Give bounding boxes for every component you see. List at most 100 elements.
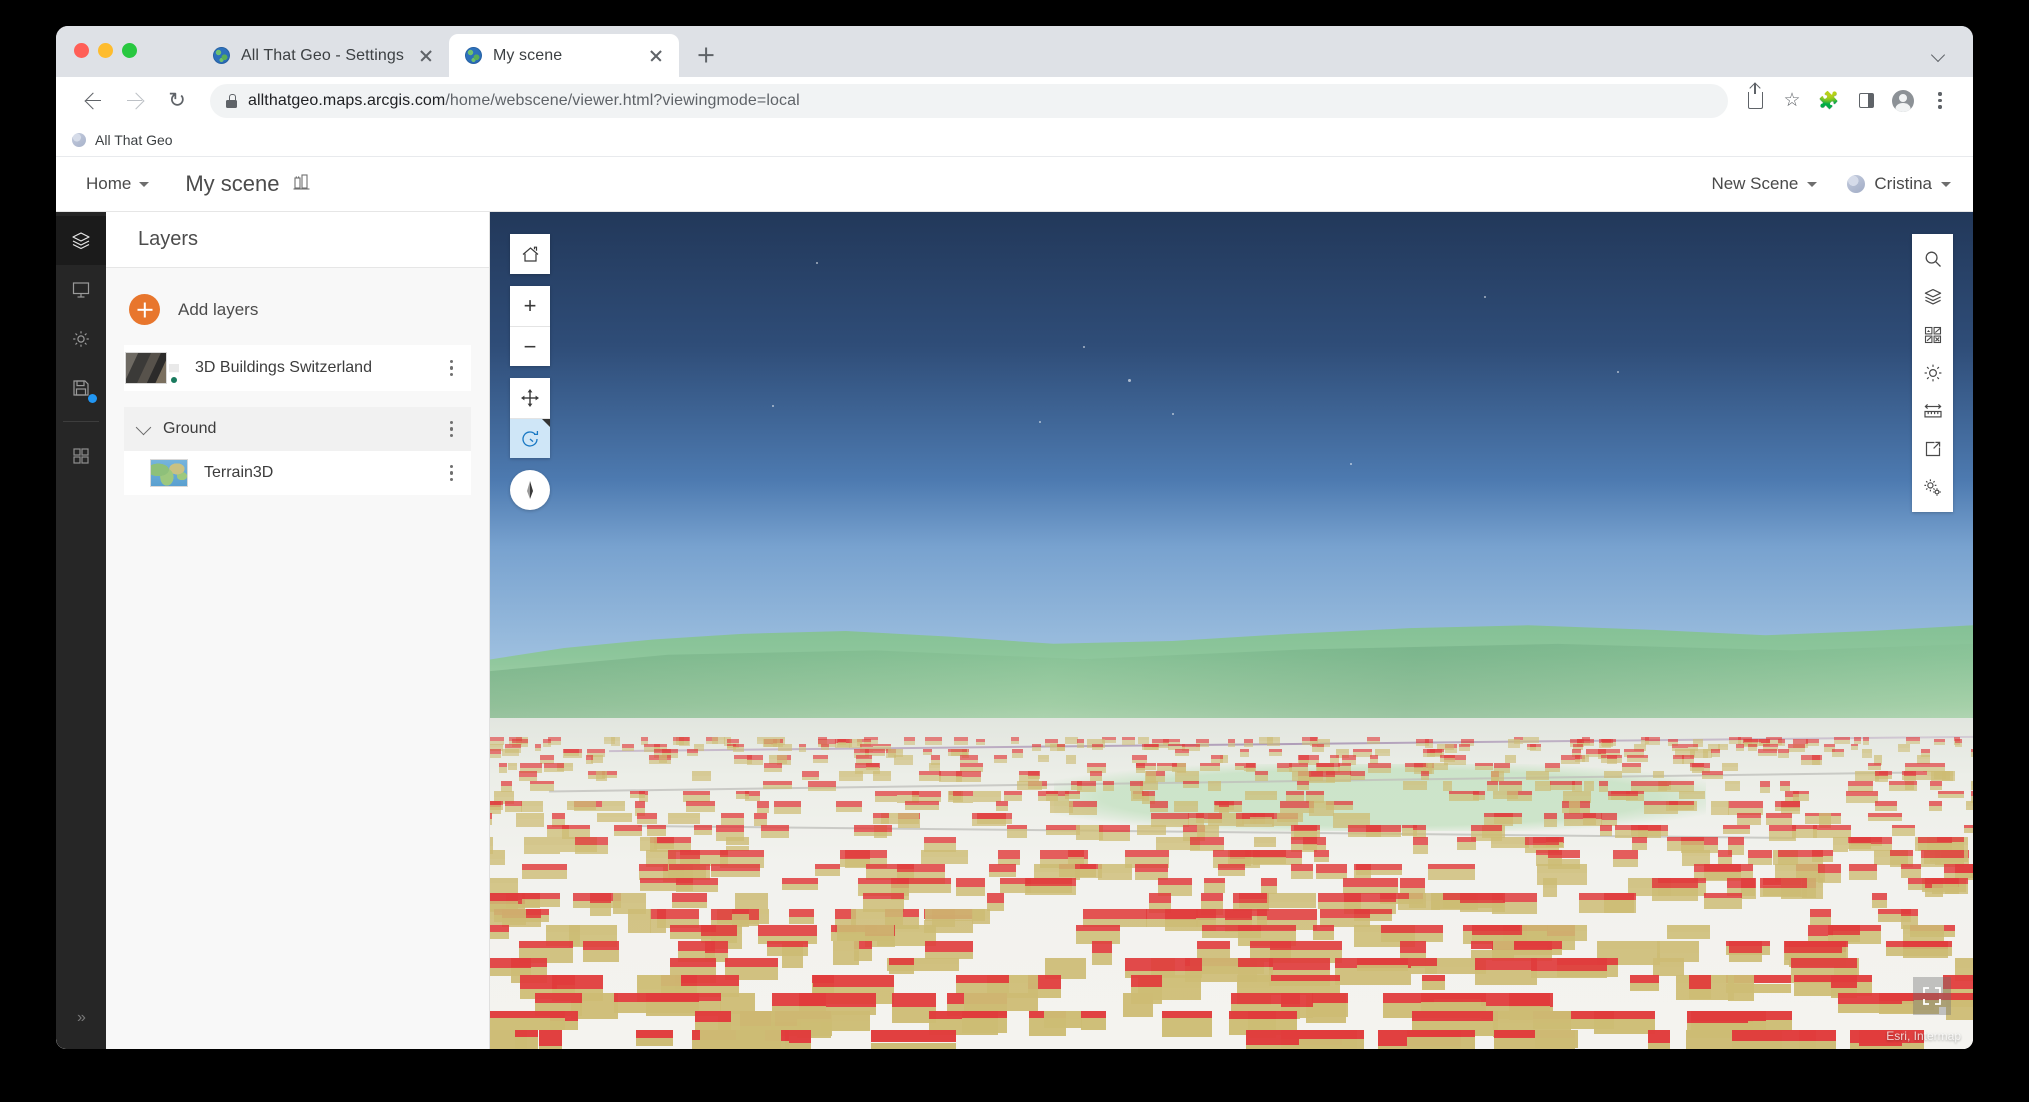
zoom-in-button[interactable]: +	[510, 286, 550, 326]
list-item[interactable]: Terrain3D	[124, 451, 471, 495]
building	[614, 992, 700, 1013]
tab-search-chevron-down-icon[interactable]	[1929, 43, 1951, 65]
compass-button[interactable]	[510, 470, 550, 510]
sidebar-item-slides[interactable]	[56, 265, 106, 314]
extensions-puzzle-icon[interactable]: 🧩	[1812, 84, 1846, 118]
bookmark-item-all-that-geo[interactable]: All That Geo	[95, 132, 173, 148]
building	[1183, 780, 1200, 789]
building	[1442, 780, 1452, 791]
layer-group-ground[interactable]: Ground	[124, 407, 471, 451]
sidebar-item-layers[interactable]	[56, 216, 106, 265]
building	[1068, 801, 1098, 815]
add-layers-label: Add layers	[178, 299, 259, 319]
home-button[interactable]	[510, 234, 550, 274]
building	[962, 1011, 1008, 1034]
basemap-button[interactable]	[1912, 316, 1953, 354]
building	[1410, 957, 1438, 975]
building	[637, 812, 658, 825]
layer-name: 3D Buildings Switzerland	[195, 359, 372, 376]
profile-avatar-icon[interactable]	[1886, 84, 1920, 118]
building	[628, 908, 652, 934]
zoom-out-button[interactable]: −	[510, 326, 550, 366]
pan-button[interactable]	[510, 378, 550, 418]
building	[1240, 748, 1250, 758]
building	[575, 837, 608, 854]
fullscreen-expand-icon[interactable]	[1913, 977, 1951, 1015]
reload-icon[interactable]: ↻	[158, 82, 196, 120]
kebab-menu-icon[interactable]	[442, 352, 461, 384]
user-menu[interactable]: Cristina	[1847, 174, 1951, 194]
list-item[interactable]: 3D Buildings Switzerland	[124, 345, 471, 391]
forward-button[interactable]	[116, 82, 154, 120]
building	[1530, 957, 1607, 979]
building	[1066, 755, 1077, 764]
tab-my-scene[interactable]: My scene	[448, 34, 679, 77]
building	[1774, 801, 1801, 812]
building	[960, 755, 978, 763]
search-button[interactable]	[1912, 240, 1953, 278]
building	[1006, 824, 1028, 839]
building	[761, 824, 789, 839]
new-tab-button[interactable]	[689, 38, 723, 72]
close-window-button[interactable]	[74, 43, 89, 58]
building	[1872, 893, 1887, 909]
back-button[interactable]	[74, 82, 112, 120]
building	[746, 755, 763, 765]
page-title: My scene	[185, 171, 280, 196]
building	[953, 790, 974, 804]
building	[1861, 748, 1873, 758]
building	[1057, 743, 1066, 752]
search-icon	[1925, 251, 1941, 267]
close-icon[interactable]	[415, 45, 437, 67]
building	[1955, 739, 1963, 748]
home-menu[interactable]: Home	[86, 174, 150, 194]
building	[1667, 924, 1710, 939]
building	[1652, 771, 1665, 779]
building	[1092, 940, 1113, 965]
building	[1850, 743, 1858, 751]
sidebar-item-basemap-gallery[interactable]	[56, 431, 106, 480]
sidebar-item-settings[interactable]	[56, 314, 106, 363]
building	[1526, 771, 1549, 780]
3d-scene-view[interactable]: + − Esri, Intermap	[490, 212, 1973, 1049]
building	[1297, 780, 1310, 791]
building	[1544, 763, 1560, 772]
kebab-menu-icon[interactable]	[442, 457, 461, 489]
bookmark-star-icon[interactable]: ☆	[1775, 84, 1809, 118]
building	[1201, 924, 1261, 939]
building	[1583, 812, 1596, 826]
building	[1353, 864, 1371, 879]
building	[1526, 743, 1536, 751]
building	[1644, 801, 1678, 814]
layers-button[interactable]	[1912, 278, 1953, 316]
building	[711, 864, 761, 878]
tab-all-that-geo-settings[interactable]: All That Geo - Settings	[197, 34, 449, 77]
address-bar[interactable]: allthatgeo.maps.arcgis.com/home/webscene…	[210, 83, 1728, 118]
chrome-menu-icon[interactable]	[1923, 84, 1957, 118]
building	[1162, 1011, 1212, 1037]
building	[838, 771, 864, 782]
building	[866, 763, 879, 771]
share-icon[interactable]	[1738, 83, 1772, 118]
add-layers-button[interactable]: Add layers	[124, 286, 471, 345]
expand-rail-button[interactable]: »	[77, 1009, 86, 1027]
scene-settings-button[interactable]	[1912, 468, 1953, 506]
minimize-window-button[interactable]	[98, 43, 113, 58]
building	[1929, 801, 1942, 812]
sidebar-item-save[interactable]	[56, 363, 106, 412]
building	[1900, 864, 1921, 879]
share-button[interactable]	[1912, 430, 1953, 468]
building	[814, 864, 841, 876]
rotate-button[interactable]	[510, 418, 550, 458]
maximize-window-button[interactable]	[122, 43, 137, 58]
building	[520, 801, 544, 812]
building	[1309, 801, 1334, 816]
kebab-menu-icon[interactable]	[442, 413, 461, 445]
measure-button[interactable]	[1912, 392, 1953, 430]
chevron-down-icon[interactable]	[135, 419, 152, 435]
close-icon[interactable]	[645, 45, 667, 67]
side-panel-icon[interactable]	[1849, 84, 1883, 118]
daylight-button[interactable]	[1912, 354, 1953, 392]
building	[733, 743, 745, 752]
new-scene-menu[interactable]: New Scene	[1711, 174, 1818, 194]
